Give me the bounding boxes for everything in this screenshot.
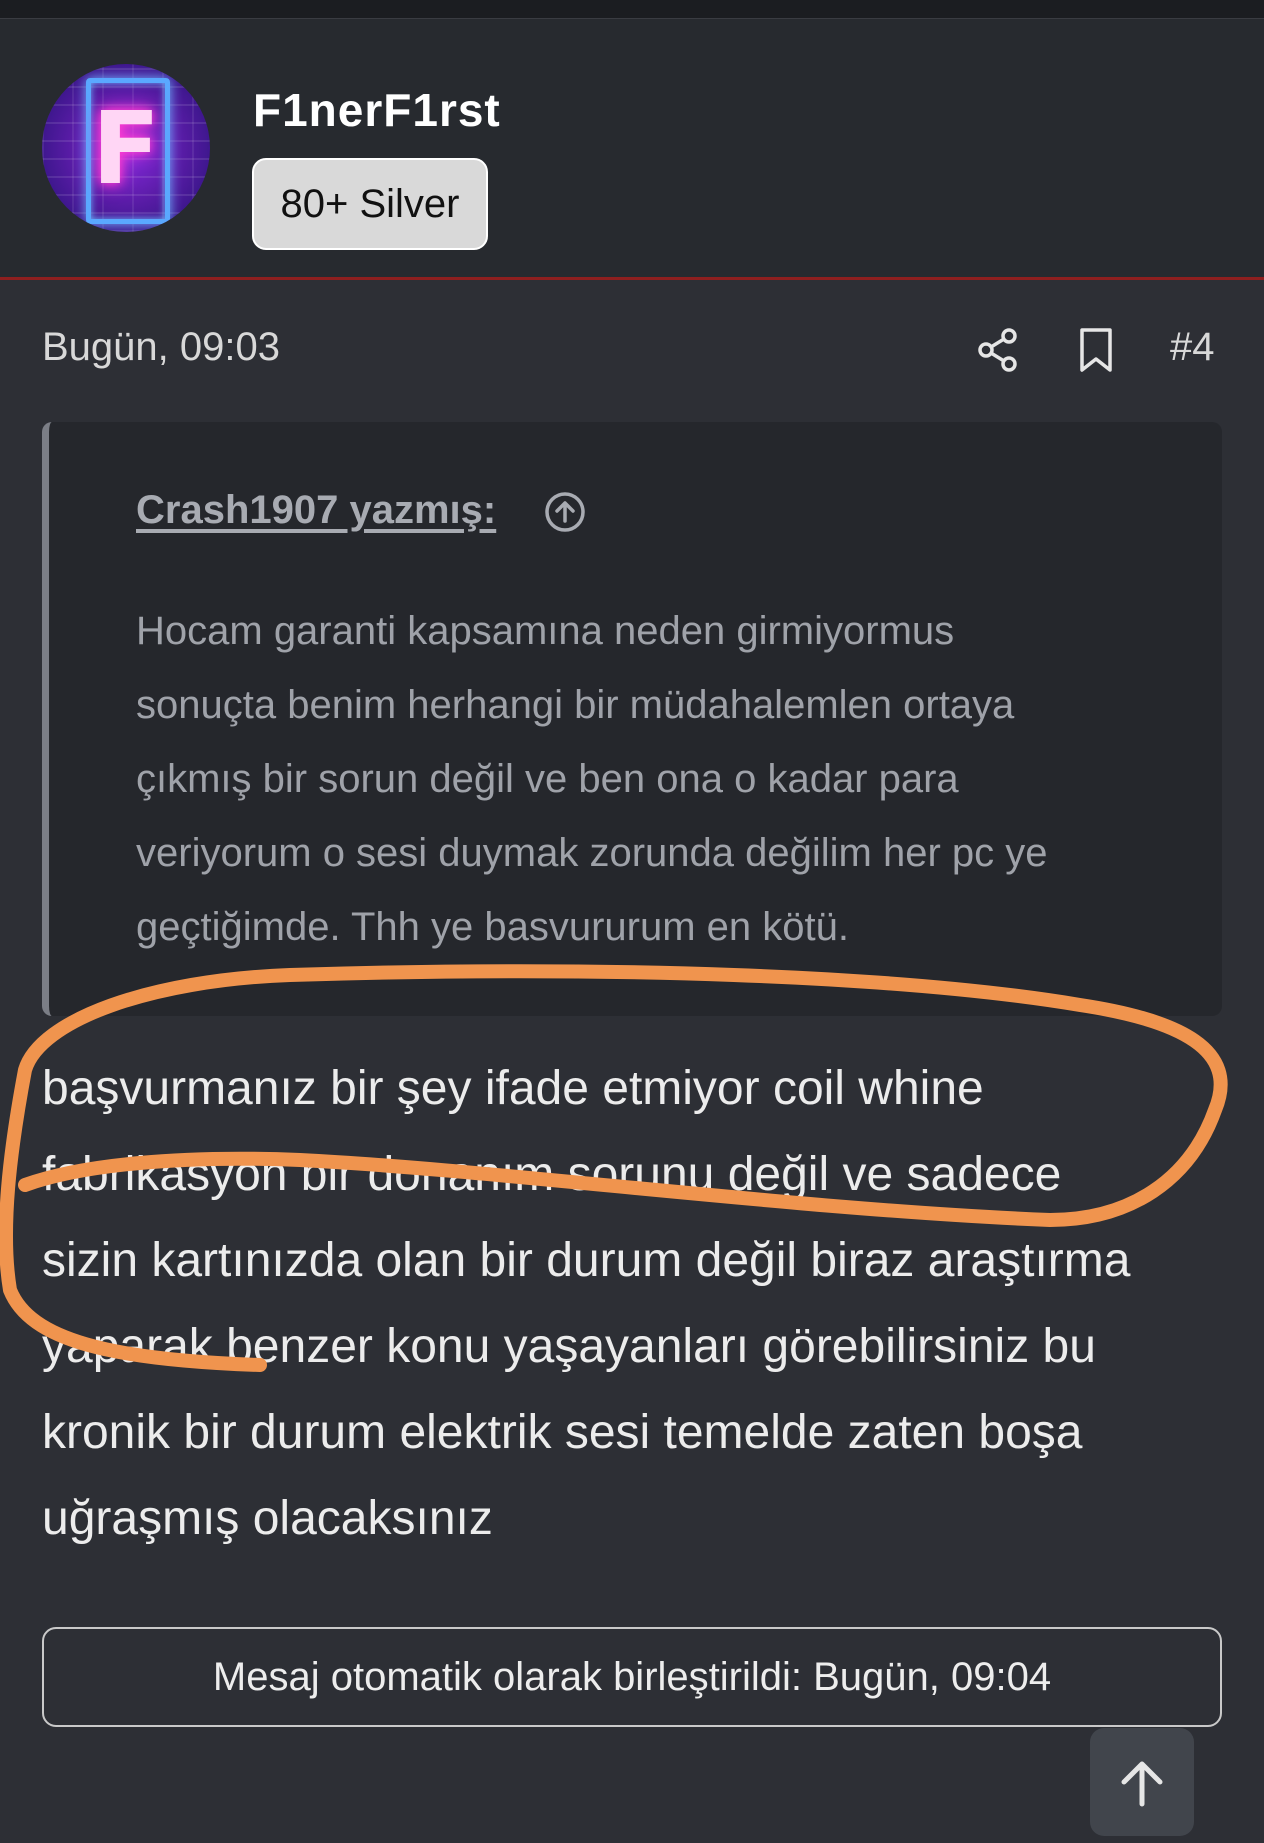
post-body-line: başvurmanız bir şey ifade etmiyor coil w…	[42, 1062, 984, 1115]
quote-text: Hocam garanti kapsamına neden girmiyormu…	[136, 594, 1196, 964]
post-body: başvurmanız bir şey ifade etmiyor coil w…	[42, 1046, 1242, 1562]
quote-line: veriyorum o sesi duymak zorunda değilim …	[136, 831, 1048, 875]
post-body-line: kronik bir durum elektrik sesi temelde z…	[42, 1406, 1083, 1459]
quote-line: Hocam garanti kapsamına neden girmiyormu…	[136, 609, 955, 653]
merged-notice: Mesaj otomatik olarak birleştirildi: Bug…	[42, 1627, 1222, 1727]
post-number[interactable]: #4	[1170, 325, 1215, 370]
bookmark-icon[interactable]	[1072, 326, 1120, 374]
quote-block: Crash1907 yazmış: Hocam garanti kapsamın…	[42, 422, 1222, 1016]
avatar[interactable]: F	[42, 64, 210, 232]
quote-line: sonuçta benim herhangi bir müdahalemlen …	[136, 683, 1015, 727]
arrow-up-circle-icon[interactable]	[543, 490, 587, 534]
arrow-up-icon	[1121, 1761, 1163, 1807]
avatar-letter: F	[91, 90, 161, 207]
user-rank-badge: 80+ Silver	[252, 158, 488, 250]
post-body-line: uğraşmış olacaksınız	[42, 1492, 493, 1545]
share-icon[interactable]	[974, 326, 1022, 374]
quote-line: çıkmış bir sorun değil ve ben ona o kada…	[136, 757, 959, 801]
quote-line: geçtiğimde. Thh ye basvururum en kötü.	[136, 905, 849, 949]
post-body-line: sizin kartınızda olan bir durum değil bi…	[42, 1234, 1131, 1287]
top-strip	[0, 0, 1264, 18]
post-author-header: F F1nerF1rst 80+ Silver	[0, 18, 1264, 280]
quote-author-link[interactable]: Crash1907 yazmış:	[136, 488, 496, 533]
post-body-line: yaparak benzer konu yaşayanları görebili…	[42, 1320, 1096, 1373]
post-date[interactable]: Bugün, 09:03	[42, 325, 280, 370]
post-body-line: fabrikasyon bir donanım sorunu değil ve …	[42, 1148, 1062, 1201]
scroll-to-top-button[interactable]	[1090, 1728, 1194, 1836]
username[interactable]: F1nerF1rst	[253, 83, 501, 137]
